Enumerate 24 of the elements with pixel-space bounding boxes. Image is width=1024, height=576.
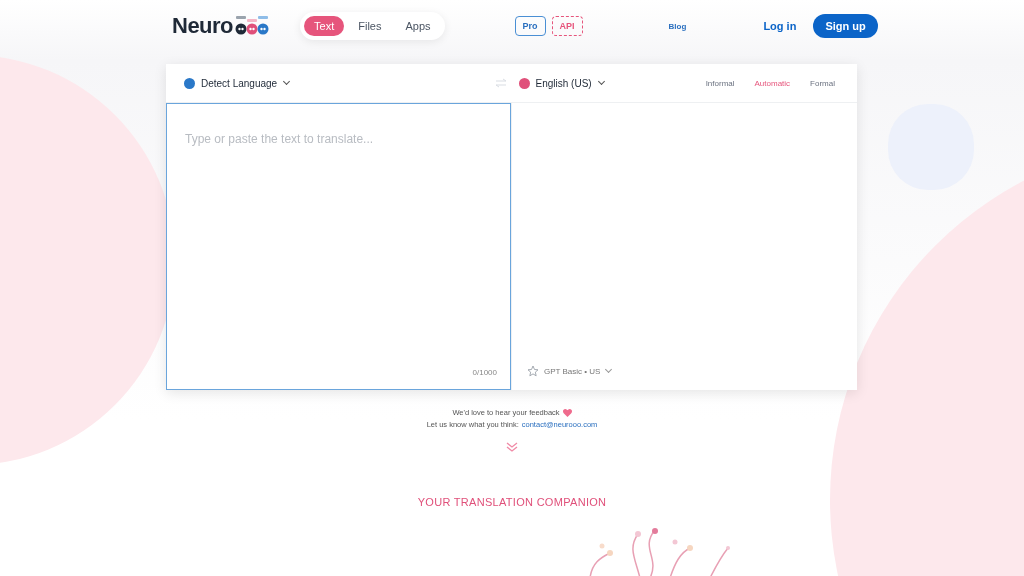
- signup-button[interactable]: Sign up: [813, 14, 878, 38]
- target-language-select[interactable]: English (US): [518, 77, 604, 89]
- section-title: YOUR TRANSLATION COMPANION: [416, 496, 608, 508]
- swap-icon[interactable]: [494, 78, 507, 88]
- mode-tab[interactable]: Files: [348, 16, 392, 36]
- model-select[interactable]: GPT Basic • US: [527, 365, 612, 377]
- tone-option[interactable]: Informal: [705, 78, 735, 88]
- face-icon: [518, 77, 530, 89]
- star-icon: [527, 365, 539, 377]
- api-button[interactable]: API: [551, 16, 583, 36]
- character-counter: 0/1000: [472, 368, 497, 377]
- blog-link[interactable]: Blog: [668, 21, 687, 31]
- tone-option[interactable]: Formal: [810, 78, 835, 88]
- mode-tab[interactable]: Text: [304, 16, 345, 36]
- tone-option[interactable]: Automatic: [754, 78, 791, 88]
- scroll-down-icon[interactable]: [506, 442, 518, 452]
- face-icon: [184, 77, 195, 89]
- logo-text: Neuro: [172, 13, 234, 39]
- login-link[interactable]: Log in: [763, 20, 797, 32]
- source-language-select[interactable]: Detect Language: [184, 77, 290, 89]
- mode-tab[interactable]: Apps: [395, 16, 441, 36]
- pro-button[interactable]: Pro: [514, 16, 546, 36]
- heart-icon: [562, 408, 572, 417]
- robot-faces-icon: [234, 16, 271, 36]
